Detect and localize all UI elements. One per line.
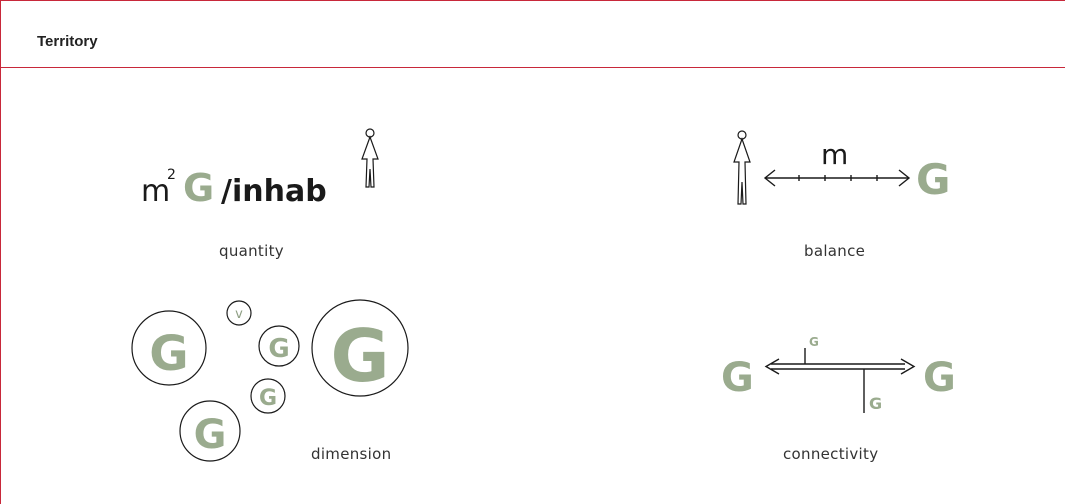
per-inhabitant-text: /inhab bbox=[221, 174, 327, 209]
dimension-icon: G v G G G G bbox=[131, 299, 409, 462]
person-icon bbox=[733, 130, 751, 205]
g-letter: G bbox=[869, 394, 882, 413]
g-letter: G bbox=[183, 166, 214, 210]
v-letter: v bbox=[235, 307, 243, 322]
road-arrow-icon bbox=[764, 348, 916, 413]
caption-quantity: quantity bbox=[219, 242, 284, 260]
territory-panel: Territory m 2 G /inhab quantity m G bala… bbox=[0, 0, 1065, 504]
g-letter: G bbox=[149, 326, 188, 382]
person-icon bbox=[361, 128, 379, 188]
meter-label: m bbox=[821, 138, 848, 171]
exponent-text: 2 bbox=[167, 167, 176, 183]
caption-connectivity: connectivity bbox=[783, 445, 879, 463]
caption-dimension: dimension bbox=[311, 445, 392, 463]
g-letter: G bbox=[268, 334, 289, 364]
g-letter: G bbox=[923, 355, 956, 401]
g-letter: G bbox=[330, 314, 389, 398]
connectivity-icon: G G G G bbox=[721, 335, 956, 413]
g-letter: G bbox=[259, 386, 277, 411]
unit-text: m bbox=[141, 174, 170, 209]
g-letter: G bbox=[809, 335, 819, 349]
g-letter: G bbox=[916, 155, 950, 204]
panel-title: Territory bbox=[37, 33, 98, 50]
g-letter: G bbox=[194, 412, 227, 458]
double-arrow-icon bbox=[763, 169, 911, 187]
quantity-icon: m 2 G /inhab bbox=[141, 128, 379, 210]
panel-header: Territory bbox=[1, 1, 1065, 68]
g-letter: G bbox=[721, 355, 754, 401]
caption-balance: balance bbox=[804, 242, 866, 260]
balance-icon: m G bbox=[733, 130, 950, 205]
